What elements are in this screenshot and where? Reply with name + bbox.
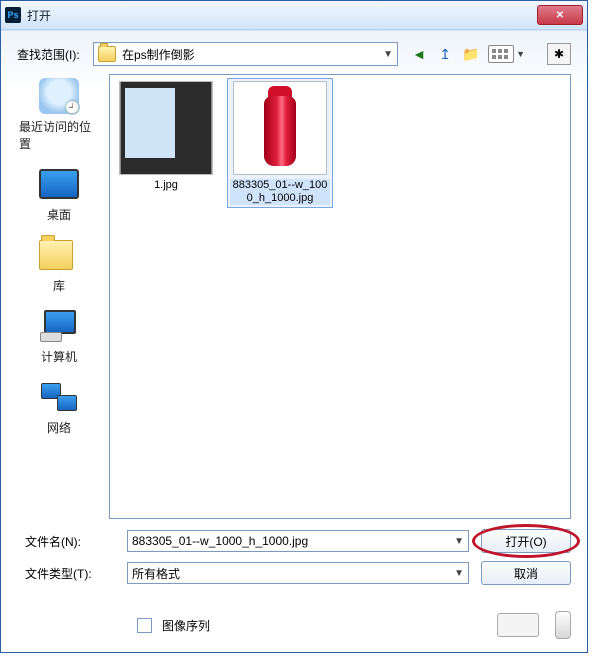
chevron-down-icon: ▼ [454,536,464,547]
place-label: 库 [53,277,65,294]
place-desktop[interactable]: 桌面 [19,166,99,223]
view-mode-button[interactable]: ▼ [488,45,525,63]
lookin-value: 在ps制作倒影 [122,46,195,63]
file-thumbnail [119,81,213,175]
computer-icon [40,310,78,342]
app-icon: Ps [5,7,21,23]
place-label: 桌面 [47,206,71,223]
file-list-pane[interactable]: 1.jpg 883305_01--w_1000_h_1000.jpg [109,74,571,519]
desktop-icon [39,169,79,199]
bookmark-button[interactable]: ✱ [547,43,571,65]
thumbnail-image [260,86,300,170]
file-size-chip [497,613,539,637]
filename-label: 文件名(N): [17,533,115,550]
filename-value: 883305_01--w_1000_h_1000.jpg [132,534,308,548]
bottom-panel: 文件名(N): 883305_01--w_1000_h_1000.jpg ▼ 打… [17,519,571,645]
window-title: 打开 [27,7,537,24]
chevron-down-icon: ▼ [383,49,393,60]
folder-icon [98,46,116,62]
filetype-select[interactable]: 所有格式 ▼ [127,562,469,584]
open-dialog: Ps 打开 ✕ 查找范围(I): 在ps制作倒影 ▼ ◄ ↥ 📁 [0,0,588,653]
view-grid-icon [488,45,514,63]
close-button[interactable]: ✕ [537,5,583,25]
image-sequence-checkbox[interactable] [137,618,152,633]
file-thumbnail [233,81,327,175]
place-computer[interactable]: 计算机 [19,308,99,365]
cancel-button[interactable]: 取消 [481,561,571,585]
bookmark-icon: ✱ [554,47,564,61]
lookin-toolbar: ◄ ↥ 📁 ▼ [410,45,525,63]
filetype-label: 文件类型(T): [17,565,115,582]
file-name: 883305_01--w_1000_h_1000.jpg [230,179,330,205]
lookin-label: 查找范围(I): [17,46,93,63]
place-libraries[interactable]: 库 [19,237,99,294]
titlebar: Ps 打开 ✕ [1,1,587,30]
open-button[interactable]: 打开(O) [481,529,571,553]
places-bar: 最近访问的位置 桌面 库 计算机 网络 [17,74,101,519]
filetype-value: 所有格式 [132,565,180,582]
recent-icon [39,78,79,114]
network-icon [39,381,79,413]
lookin-select[interactable]: 在ps制作倒影 ▼ [93,42,398,66]
file-item[interactable]: 883305_01--w_1000_h_1000.jpg [228,79,332,207]
file-name: 1.jpg [154,179,178,192]
new-folder-button[interactable]: 📁 [462,45,480,63]
up-one-level-button[interactable]: ↥ [436,45,454,63]
libraries-icon [39,240,73,270]
place-network[interactable]: 网络 [19,379,99,436]
close-icon: ✕ [556,10,564,21]
lookin-row: 查找范围(I): 在ps制作倒影 ▼ ◄ ↥ 📁 ▼ [17,42,571,66]
place-label: 计算机 [41,348,77,365]
place-recent[interactable]: 最近访问的位置 [19,78,99,152]
thumbnail-image [120,81,212,175]
resize-handle[interactable] [555,611,571,639]
file-item[interactable]: 1.jpg [114,79,218,194]
filename-input[interactable]: 883305_01--w_1000_h_1000.jpg ▼ [127,530,469,552]
image-sequence-label: 图像序列 [162,617,210,634]
place-label: 最近访问的位置 [19,118,99,152]
back-icon: ◄ [412,46,426,62]
place-label: 网络 [47,419,71,436]
up-icon: ↥ [439,46,451,63]
back-button[interactable]: ◄ [410,45,428,63]
chevron-down-icon: ▼ [516,49,525,59]
chevron-down-icon: ▼ [454,568,464,579]
new-folder-icon: 📁 [462,46,479,63]
